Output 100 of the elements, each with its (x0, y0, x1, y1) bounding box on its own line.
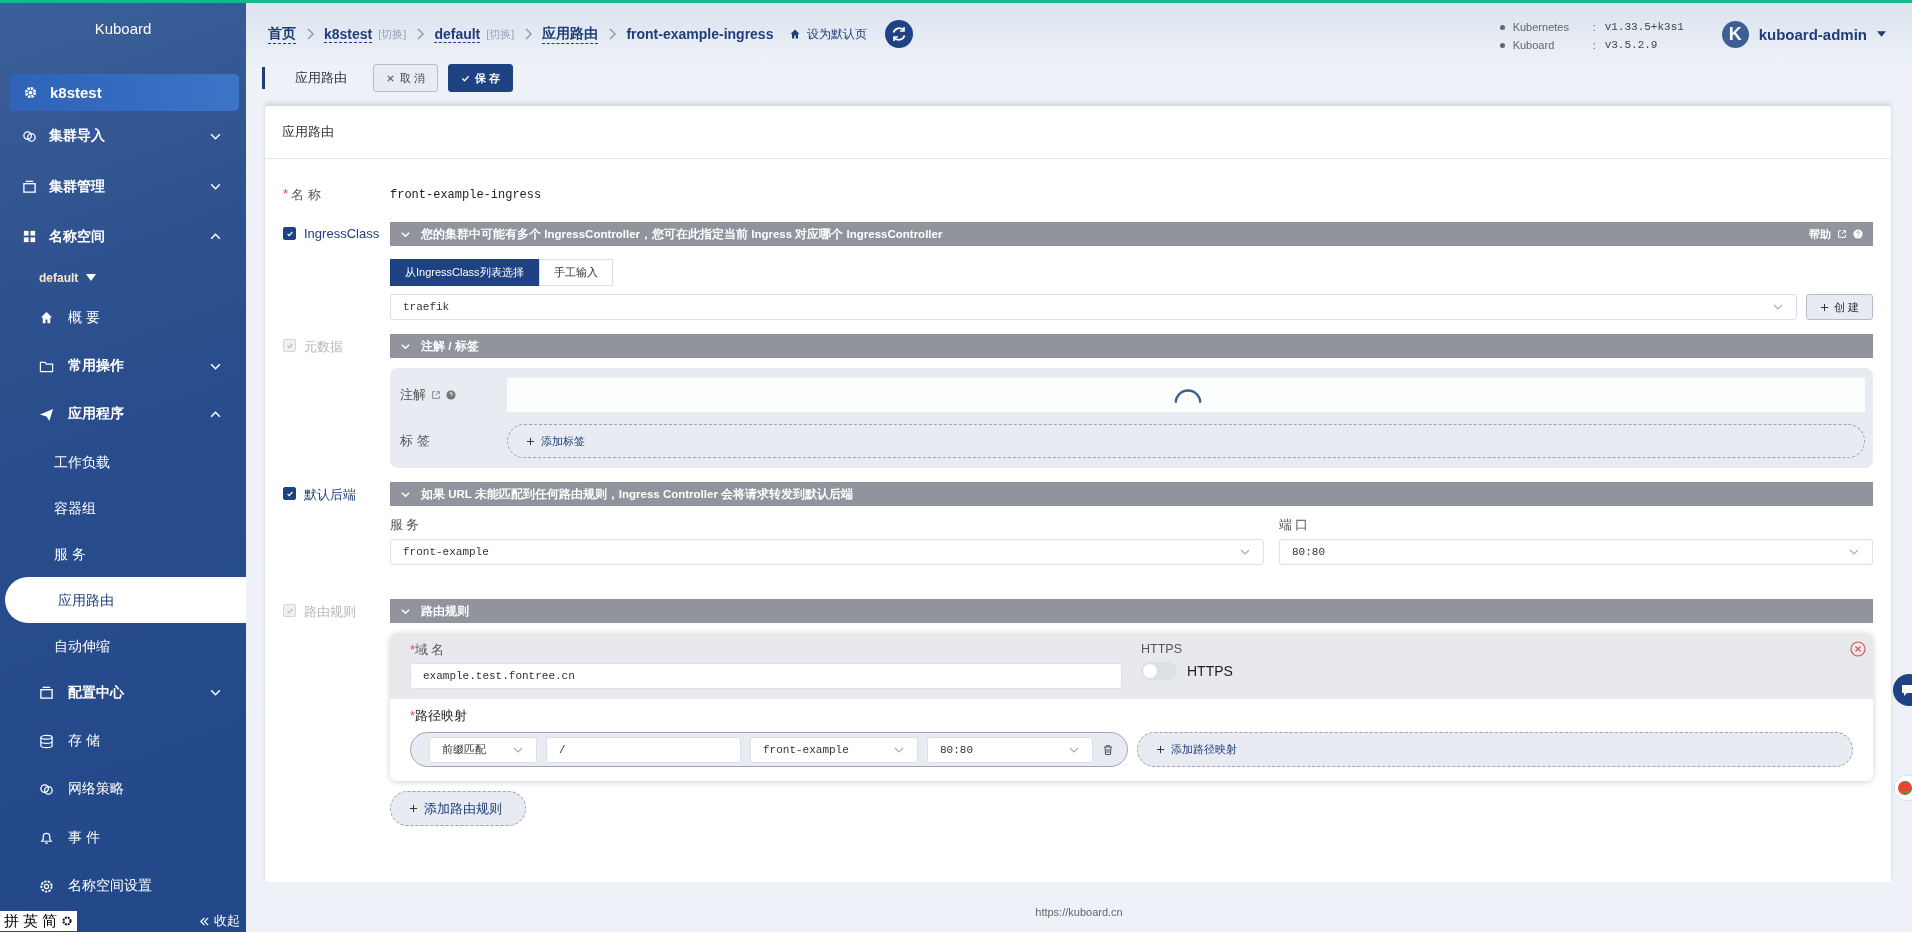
section-label: IngressClass (304, 226, 380, 241)
checkmark-icon (285, 229, 294, 238)
field-label: 路径映射 (415, 708, 468, 723)
toggle-label: HTTPS (1187, 663, 1233, 679)
link-icon (39, 781, 54, 797)
double-chevron-icon (199, 915, 210, 927)
chevron-right-icon (608, 28, 617, 40)
plus-icon (526, 436, 535, 446)
version-name: Kubernetes (1512, 21, 1570, 33)
external-link-icon (1837, 229, 1847, 239)
sidebar-item[interactable]: 服 务 (0, 530, 246, 577)
refresh-button[interactable] (885, 20, 914, 48)
version-name: Kuboard (1512, 39, 1556, 51)
sidebar-item[interactable]: 名称空间设置 (0, 861, 246, 911)
field-label: 服 务 (390, 517, 421, 534)
bullet-icon (1499, 24, 1505, 30)
select-field[interactable]: traefik (390, 294, 1797, 320)
sidebar-item[interactable]: 事 件 (0, 813, 246, 862)
namespace-selector[interactable]: default (0, 261, 246, 294)
ime-key[interactable]: 拼 (4, 912, 19, 931)
breadcrumb-link[interactable]: 首页 (268, 24, 296, 44)
required-mark: * (410, 708, 416, 723)
cancel-button[interactable]: 取 消 (373, 64, 439, 92)
bell-icon (39, 830, 54, 846)
set-default-link[interactable]: 设为默认页 (807, 25, 868, 43)
paper-plane-icon (39, 406, 54, 422)
avatar: K (1721, 20, 1749, 48)
sidebar-item[interactable]: 配置中心 (0, 668, 246, 717)
save-button[interactable]: 保 存 (448, 64, 514, 92)
link-icon (22, 128, 37, 144)
required-mark: * (283, 186, 289, 201)
app-title: Kuboard (93, 20, 153, 39)
ime-key[interactable]: 简 (42, 912, 57, 931)
trash-icon[interactable] (1102, 743, 1114, 756)
sidebar-item[interactable]: 网络策略 (0, 765, 246, 814)
checkbox[interactable] (283, 487, 296, 500)
sidebar-item[interactable]: 集群导入 (0, 111, 246, 162)
plus-icon (1819, 302, 1829, 312)
close-icon (386, 73, 395, 83)
section-banner: 您的集群中可能有多个 IngressController，您可在此指定当前 Ingress 对应哪个 IngressController 帮助 (390, 222, 1873, 246)
field-label: 域 名 (414, 643, 445, 657)
sidebar-item[interactable]: 应用路由 (5, 576, 246, 623)
section-banner: 路由规则 (390, 599, 1873, 623)
page-title: 应用路由 (295, 69, 347, 87)
ime-key[interactable]: 英 (23, 912, 38, 931)
chevron-right-icon (306, 28, 314, 40)
create-button[interactable]: 创 建 (1806, 294, 1873, 320)
field-label: 注解 (400, 386, 426, 404)
gear-icon (23, 84, 38, 100)
section-banner: 如果 URL 未能匹配到任何路由规则，Ingress Controller 会将请求转发到默认后端 (390, 482, 1873, 506)
sidebar-item[interactable]: 存 储 (0, 716, 246, 766)
breadcrumb-link[interactable]: default (434, 25, 481, 43)
sidebar-item[interactable]: 常用操作 (0, 341, 246, 391)
breadcrumb-link[interactable]: 应用路由 (542, 24, 599, 44)
required-mark: * (410, 643, 415, 657)
version-value: v1.33.5+k3s1 (1604, 21, 1684, 33)
grid-icon (22, 229, 37, 245)
chat-icon[interactable] (1892, 673, 1912, 707)
database-icon (39, 733, 54, 749)
tray-icon (39, 685, 54, 701)
card-title: 应用路由 (265, 106, 1891, 159)
check-icon (461, 73, 471, 83)
section-banner: 注解 / 标签 (390, 334, 1873, 358)
caret-icon (86, 273, 97, 282)
field-label: 标 签 (400, 432, 430, 450)
select-field[interactable]: front-example (390, 539, 1264, 565)
collapse-button[interactable]: 收起 (199, 912, 246, 931)
settings-icon (39, 878, 54, 894)
name-value: front-example-ingress (390, 188, 542, 202)
checkmark-icon (285, 489, 294, 498)
tomato-icon[interactable] (1892, 771, 1912, 801)
sidebar-item[interactable]: 名称空间 (0, 211, 246, 262)
user-menu[interactable]: K kuboard-admin (1721, 20, 1886, 48)
remove-icon[interactable] (1850, 641, 1866, 657)
help-icon (446, 390, 456, 400)
sidebar-item[interactable]: 自动伸缩 (0, 622, 246, 669)
plus-icon (1156, 745, 1165, 754)
select-field[interactable]: 80:80 (1279, 539, 1873, 565)
external-link-icon (431, 390, 441, 400)
bullet-icon (1499, 42, 1505, 48)
sidebar-item[interactable]: 概 要 (0, 293, 246, 342)
checkbox[interactable] (283, 227, 296, 240)
tab[interactable]: 手工输入 (538, 259, 613, 286)
section-label: 默认后端 (304, 486, 356, 504)
section-label: 路由规则 (304, 603, 356, 621)
breadcrumb-link[interactable]: k8stest (324, 25, 373, 43)
sidebar-item[interactable]: 容器组 (0, 484, 246, 531)
sidebar-item[interactable]: 工作负载 (0, 438, 246, 485)
caret-icon (1877, 31, 1886, 37)
sidebar-item[interactable]: 应用程序 (0, 390, 246, 439)
tab[interactable]: 从IngressClass列表选择 (390, 259, 539, 286)
chevron-right-icon (416, 28, 425, 40)
help-icon (1853, 229, 1863, 239)
home-icon (39, 310, 54, 326)
tray-icon (22, 179, 37, 194)
sidebar-item[interactable]: 集群管理 (0, 161, 246, 212)
field-label: 端 口 (1279, 517, 1310, 534)
cluster-item[interactable]: k8stest (9, 73, 239, 112)
footer-link[interactable]: https://kuboard.cn (246, 906, 1912, 918)
version-separator: : (1592, 39, 1597, 51)
